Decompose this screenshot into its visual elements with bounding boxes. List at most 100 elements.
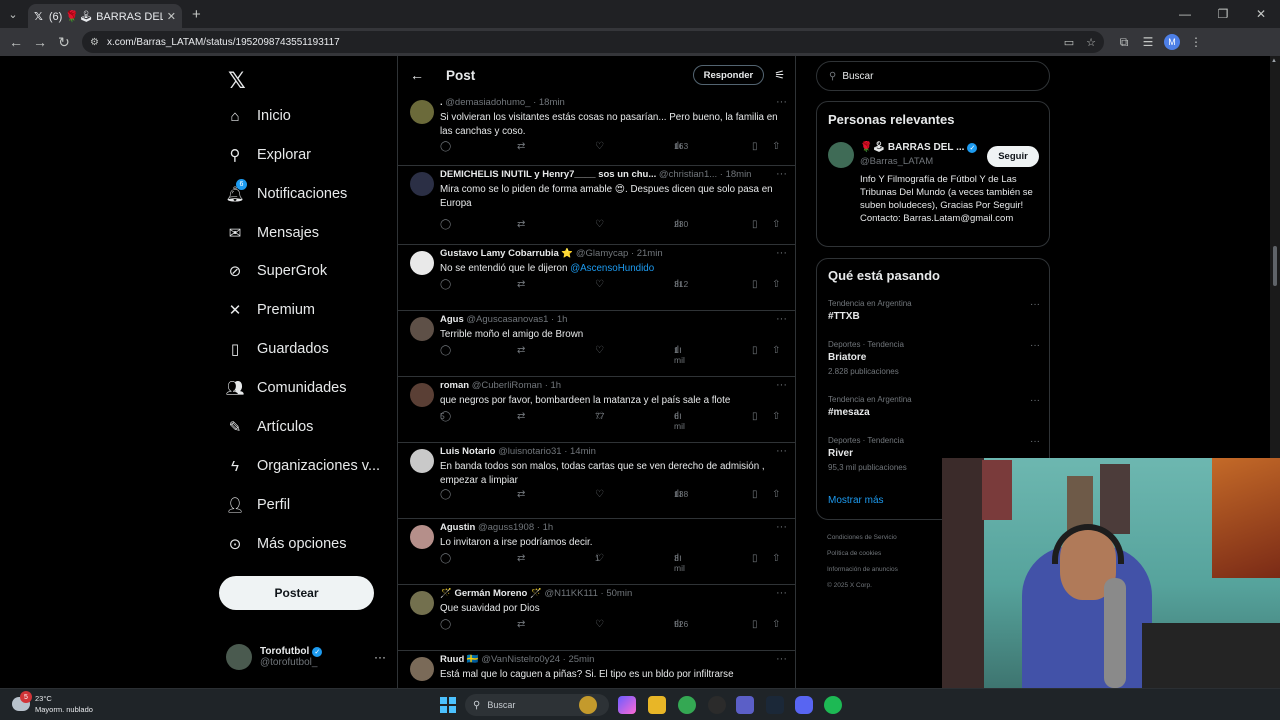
forward-icon[interactable]: → [28, 34, 52, 50]
steam-icon[interactable] [766, 696, 784, 714]
post-button[interactable]: Postear [219, 576, 374, 610]
more-horizontal-icon[interactable]: ··· [1030, 436, 1040, 447]
reload-icon[interactable]: ↻ [52, 34, 76, 51]
browser-menu-icon[interactable]: ⋮ [1184, 35, 1208, 49]
tweet-author-name[interactable]: Gustavo Lamy Cobarrubia ⭐ [440, 248, 573, 259]
show-more-link[interactable]: Mostrar más [828, 495, 884, 506]
taskbar-widget-icon[interactable] [579, 696, 597, 714]
footer-link[interactable]: Información de anuncios [827, 562, 941, 578]
nav-item-organizaciones[interactable]: ϟ Organizaciones v... [226, 451, 380, 481]
nav-item-perfil[interactable]: 👤︎ Perfil [225, 490, 290, 520]
tweet-author-name[interactable]: Ruud 🇸🇪 [440, 654, 479, 665]
bookmark-star-icon[interactable]: ☆ [1086, 36, 1096, 49]
extensions-icon[interactable]: ⧉ [1112, 35, 1136, 50]
more-horizontal-icon[interactable]: ··· [776, 247, 787, 259]
address-bar[interactable]: ⚙ x.com/Barras_LATAM/status/195209874355… [82, 31, 1104, 53]
spotify-icon[interactable] [824, 696, 842, 714]
x-logo-icon[interactable]: 𝕏 [228, 68, 246, 94]
profile-avatar[interactable]: M [1164, 34, 1180, 50]
avatar[interactable] [410, 251, 434, 275]
tweet-author-name[interactable]: DEMICHELIS INUTIL y Henry7____ sos un ch… [440, 169, 656, 180]
sliders-icon[interactable]: ⚟ [774, 68, 785, 82]
tweet[interactable]: . @demasiadohumo_ · 18min ··· Si volvieran… [398, 94, 795, 166]
teams-icon[interactable] [736, 696, 754, 714]
tweet[interactable]: Agustin @aguss1908 · 1h ··· Lo invitaron a… [398, 519, 795, 585]
nav-item-articulos[interactable]: ✎ Artículos [226, 412, 314, 442]
chrome-icon[interactable] [678, 696, 696, 714]
reading-list-icon[interactable]: ☰ [1136, 35, 1160, 49]
nav-item-explorar[interactable]: ⚲ Explorar [226, 140, 312, 170]
browser-tab[interactable]: 𝕏 (6) 🌹🕹 BARRAS DEL MUNDO 🏆 ✕ [28, 4, 182, 28]
back-icon[interactable]: ← [4, 34, 28, 50]
follow-button[interactable]: Seguir [987, 146, 1039, 167]
tweet-author-name[interactable]: roman [440, 380, 469, 391]
more-horizontal-icon[interactable]: ··· [776, 587, 787, 599]
more-horizontal-icon[interactable]: ··· [1030, 395, 1040, 406]
avatar[interactable] [410, 100, 434, 124]
account-switcher[interactable]: Torofutbol ✓ @torofutbol_ ··· [226, 641, 386, 673]
restore-icon[interactable]: ❐ [1204, 0, 1242, 28]
nav-item-mensajes[interactable]: ✉ Mensajes [226, 218, 319, 248]
avatar[interactable] [410, 317, 434, 341]
tweet-author-name[interactable]: Agus [440, 314, 464, 325]
trend-item[interactable]: Tendencia en Argentina #TTXB ··· [828, 299, 1040, 322]
more-horizontal-icon[interactable]: ··· [776, 521, 787, 533]
more-horizontal-icon[interactable]: ··· [374, 650, 386, 664]
nav-item-inicio[interactable]: ⌂ Inicio [226, 101, 290, 131]
close-window-icon[interactable]: ✕ [1242, 0, 1280, 28]
new-tab-icon[interactable]: + [192, 6, 201, 23]
file-explorer-icon[interactable] [648, 696, 666, 714]
trend-item[interactable]: Tendencia en Argentina #mesaza ··· [828, 395, 1040, 418]
nav-item-mas-opciones[interactable]: ⊙ Más opciones [226, 529, 347, 559]
footer-link[interactable]: Condiciones de Servicio [827, 530, 941, 546]
more-horizontal-icon[interactable]: ··· [776, 653, 787, 665]
tweet[interactable]: 🪄 Germán Moreno 🪄 @N11KK111 · 50min ··· Qu… [398, 585, 795, 651]
windows-start-icon[interactable] [440, 697, 456, 713]
nav-item-premium[interactable]: ✕ Premium [226, 295, 315, 325]
tweet-mention-link[interactable]: @AscensoHundido [570, 263, 654, 274]
weather-widget[interactable]: 5 23°C Mayorm. nublado [12, 691, 93, 715]
tweet-author-name[interactable]: . [440, 97, 443, 108]
tweet[interactable]: Ruud 🇸🇪 @VanNistelro0y24 · 25min ··· Está … [398, 651, 795, 688]
nav-item-supergrok[interactable]: ⊘ SuperGrok [226, 256, 327, 286]
install-app-icon[interactable]: ▭ [1064, 36, 1074, 49]
more-horizontal-icon[interactable]: ··· [776, 445, 787, 457]
tweet[interactable]: roman @CuberliRoman · 1h ··· que negros po… [398, 377, 795, 443]
obs-icon[interactable] [708, 696, 726, 714]
nav-item-comunidades[interactable]: 👥︎ Comunidades [225, 373, 346, 403]
scroll-up-icon[interactable]: ▲ [1271, 58, 1277, 64]
tab-close-icon[interactable]: ✕ [167, 10, 176, 23]
back-arrow-icon[interactable]: ← [410, 67, 434, 83]
footer-link[interactable]: Política de cookies [827, 546, 941, 562]
minimize-icon[interactable]: — [1166, 0, 1204, 28]
avatar[interactable] [410, 657, 434, 681]
tweet[interactable]: Gustavo Lamy Cobarrubia ⭐ @Glamycap · 21… [398, 245, 795, 311]
search-input[interactable]: ⚲ Buscar [816, 61, 1050, 91]
site-info-icon[interactable]: ⚙ [90, 37, 99, 48]
tweet[interactable]: Luis Notario @luisnotario31 · 14min ··· En… [398, 443, 795, 519]
reply-button[interactable]: Responder [692, 65, 765, 85]
tweet-author-name[interactable]: Luis Notario [440, 446, 495, 457]
more-horizontal-icon[interactable]: ··· [776, 168, 787, 180]
scrollbar-thumb[interactable] [1273, 246, 1277, 286]
more-horizontal-icon[interactable]: ··· [1030, 299, 1040, 310]
avatar[interactable] [410, 525, 434, 549]
avatar[interactable] [410, 172, 434, 196]
avatar[interactable] [410, 591, 434, 615]
avatar[interactable] [828, 142, 854, 168]
tweet[interactable]: Agus @Aguscasanovas1 · 1h ··· Terrible moñ… [398, 311, 795, 377]
copilot-icon[interactable] [618, 696, 636, 714]
avatar[interactable] [410, 383, 434, 407]
more-horizontal-icon[interactable]: ··· [776, 379, 787, 391]
tweet[interactable]: DEMICHELIS INUTIL y Henry7____ sos un ch… [398, 166, 795, 245]
relevant-name[interactable]: 🌹🕹 BARRAS DEL ... [860, 142, 964, 153]
trend-item[interactable]: Deportes · Tendencia Briatore 2.828 publ… [828, 340, 1040, 376]
tweet-author-name[interactable]: Agustin [440, 522, 475, 533]
more-horizontal-icon[interactable]: ··· [776, 313, 787, 325]
nav-item-notificaciones[interactable]: 🔔︎ 6 Notificaciones [225, 179, 347, 209]
more-horizontal-icon[interactable]: ··· [1030, 340, 1040, 351]
more-horizontal-icon[interactable]: ··· [776, 96, 787, 108]
avatar[interactable] [410, 449, 434, 473]
nav-item-guardados[interactable]: ▯ Guardados [226, 334, 329, 364]
discord-icon[interactable] [795, 696, 813, 714]
